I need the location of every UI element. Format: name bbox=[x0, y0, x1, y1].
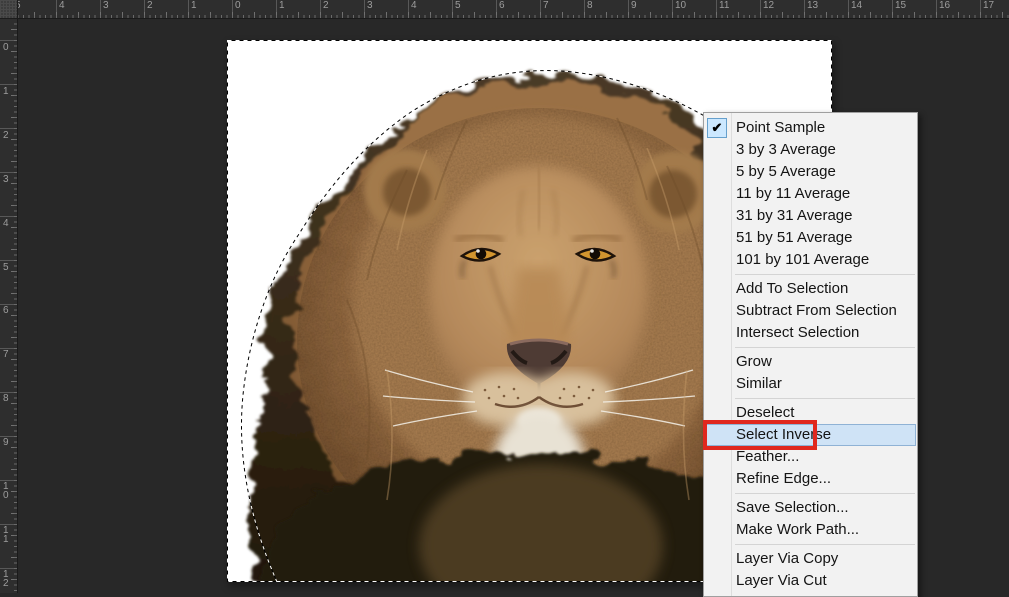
menu-item-label: Feather... bbox=[736, 448, 799, 465]
ruler-number-top: 7 bbox=[543, 1, 549, 11]
menu-item-label: 101 by 101 Average bbox=[736, 251, 869, 268]
ruler-number-left: 1 2 bbox=[3, 570, 9, 588]
menu-separator bbox=[735, 544, 915, 545]
ruler-number-left: 2 bbox=[3, 131, 9, 140]
menu-item-refine-edge[interactable]: Refine Edge... bbox=[704, 468, 917, 490]
menu-item-label: Intersect Selection bbox=[736, 324, 859, 341]
menu-separator bbox=[735, 274, 915, 275]
ruler-number-top: 11 bbox=[719, 1, 729, 11]
menu-item-subtract-from-selection[interactable]: Subtract From Selection bbox=[704, 300, 917, 322]
menu-item-5-by-5-average[interactable]: 5 by 5 Average bbox=[704, 161, 917, 183]
menu-separator bbox=[735, 398, 915, 399]
menu-item-point-sample[interactable]: ✔ Point Sample bbox=[704, 117, 917, 139]
menu-item-label: 5 by 5 Average bbox=[736, 163, 836, 180]
vertical-ruler[interactable]: 0 1 2 3 4 5 6 7 8 9 1 0 1 1 1 2 bbox=[0, 19, 18, 593]
ruler-number-left: 0 bbox=[3, 43, 9, 52]
horizontal-ruler[interactable]: 5432101234567891011121314151617 bbox=[18, 0, 1009, 19]
menu-item-label: 31 by 31 Average bbox=[736, 207, 852, 224]
ruler-number-left: 5 bbox=[3, 263, 9, 272]
ruler-number-left: 6 bbox=[3, 306, 9, 315]
ruler-number-top: 4 bbox=[59, 1, 65, 11]
menu-item-101-by-101-average[interactable]: 101 by 101 Average bbox=[704, 249, 917, 271]
menu-item-51-by-51-average[interactable]: 51 by 51 Average bbox=[704, 227, 917, 249]
menu-item-label: Point Sample bbox=[736, 119, 825, 136]
ruler-number-top: 5 bbox=[18, 1, 21, 11]
ruler-origin-corner[interactable] bbox=[0, 0, 18, 19]
menu-item-save-selection[interactable]: Save Selection... bbox=[704, 497, 917, 519]
ruler-number-left: 1 1 bbox=[3, 526, 9, 544]
ruler-number-top: 1 bbox=[191, 1, 197, 11]
ruler-number-top: 3 bbox=[103, 1, 109, 11]
menu-item-31-by-31-average[interactable]: 31 by 31 Average bbox=[704, 205, 917, 227]
menu-item-label: Layer Via Cut bbox=[736, 572, 827, 589]
ruler-number-top: 3 bbox=[367, 1, 373, 11]
menu-item-label: Layer Via Copy bbox=[736, 550, 838, 567]
menu-item-layer-via-copy[interactable]: Layer Via Copy bbox=[704, 548, 917, 570]
ruler-number-left: 4 bbox=[3, 219, 9, 228]
menu-item-label: 11 by 11 Average bbox=[736, 185, 850, 202]
menu-item-label: 3 by 3 Average bbox=[736, 141, 836, 158]
menu-item-feather[interactable]: Feather... bbox=[704, 446, 917, 468]
ruler-number-top: 0 bbox=[235, 1, 241, 11]
ruler-number-left: 8 bbox=[3, 394, 9, 403]
ruler-number-top: 2 bbox=[323, 1, 329, 11]
context-menu: ✔ Point Sample 3 by 3 Average 5 by 5 Averag… bbox=[703, 112, 918, 597]
ruler-number-left: 7 bbox=[3, 350, 9, 359]
ruler-number-top: 10 bbox=[675, 1, 686, 11]
ruler-number-top: 9 bbox=[631, 1, 637, 11]
menu-item-select-inverse[interactable]: Select Inverse bbox=[704, 424, 917, 446]
photoshop-canvas-view: { "app": { "view": "image-editor-canvas"… bbox=[0, 0, 1009, 593]
menu-item-label: Save Selection... bbox=[736, 499, 849, 516]
ruler-number-top: 4 bbox=[411, 1, 417, 11]
menu-item-label: 51 by 51 Average bbox=[736, 229, 852, 246]
ruler-number-top: 1 bbox=[279, 1, 285, 11]
menu-item-label: Subtract From Selection bbox=[736, 302, 897, 319]
ruler-number-left: 1 0 bbox=[3, 482, 9, 500]
menu-item-label: Select Inverse bbox=[736, 426, 831, 443]
ruler-number-left: 1 bbox=[3, 87, 9, 96]
menu-item-11-by-11-average[interactable]: 11 by 11 Average bbox=[704, 183, 917, 205]
ruler-number-top: 16 bbox=[939, 1, 950, 11]
menu-item-label: Similar bbox=[736, 375, 782, 392]
checkmark-icon: ✔ bbox=[707, 118, 727, 138]
ruler-number-top: 15 bbox=[895, 1, 906, 11]
ruler-number-top: 17 bbox=[983, 1, 994, 11]
ruler-number-top: 12 bbox=[763, 1, 774, 11]
menu-item-label: Grow bbox=[736, 353, 772, 370]
menu-item-label: Make Work Path... bbox=[736, 521, 859, 538]
ruler-number-top: 14 bbox=[851, 1, 862, 11]
ruler-number-top: 6 bbox=[499, 1, 505, 11]
menu-item-layer-via-cut[interactable]: Layer Via Cut bbox=[704, 570, 917, 592]
menu-item-add-to-selection[interactable]: Add To Selection bbox=[704, 278, 917, 300]
menu-item-label: Deselect bbox=[736, 404, 794, 421]
ruler-number-top: 2 bbox=[147, 1, 153, 11]
ruler-number-left: 9 bbox=[3, 438, 9, 447]
menu-separator bbox=[735, 347, 915, 348]
ruler-number-left: 3 bbox=[3, 175, 9, 184]
menu-item-3-by-3-average[interactable]: 3 by 3 Average bbox=[704, 139, 917, 161]
ruler-number-top: 13 bbox=[807, 1, 818, 11]
menu-item-grow[interactable]: Grow bbox=[704, 351, 917, 373]
menu-item-label: Add To Selection bbox=[736, 280, 848, 297]
menu-item-deselect[interactable]: Deselect bbox=[704, 402, 917, 424]
menu-item-make-work-path[interactable]: Make Work Path... bbox=[704, 519, 917, 541]
menu-item-similar[interactable]: Similar bbox=[704, 373, 917, 395]
ruler-number-top: 5 bbox=[455, 1, 461, 11]
menu-item-intersect-selection[interactable]: Intersect Selection bbox=[704, 322, 917, 344]
ruler-number-top: 8 bbox=[587, 1, 593, 11]
menu-item-label: Refine Edge... bbox=[736, 470, 831, 487]
menu-separator bbox=[735, 493, 915, 494]
